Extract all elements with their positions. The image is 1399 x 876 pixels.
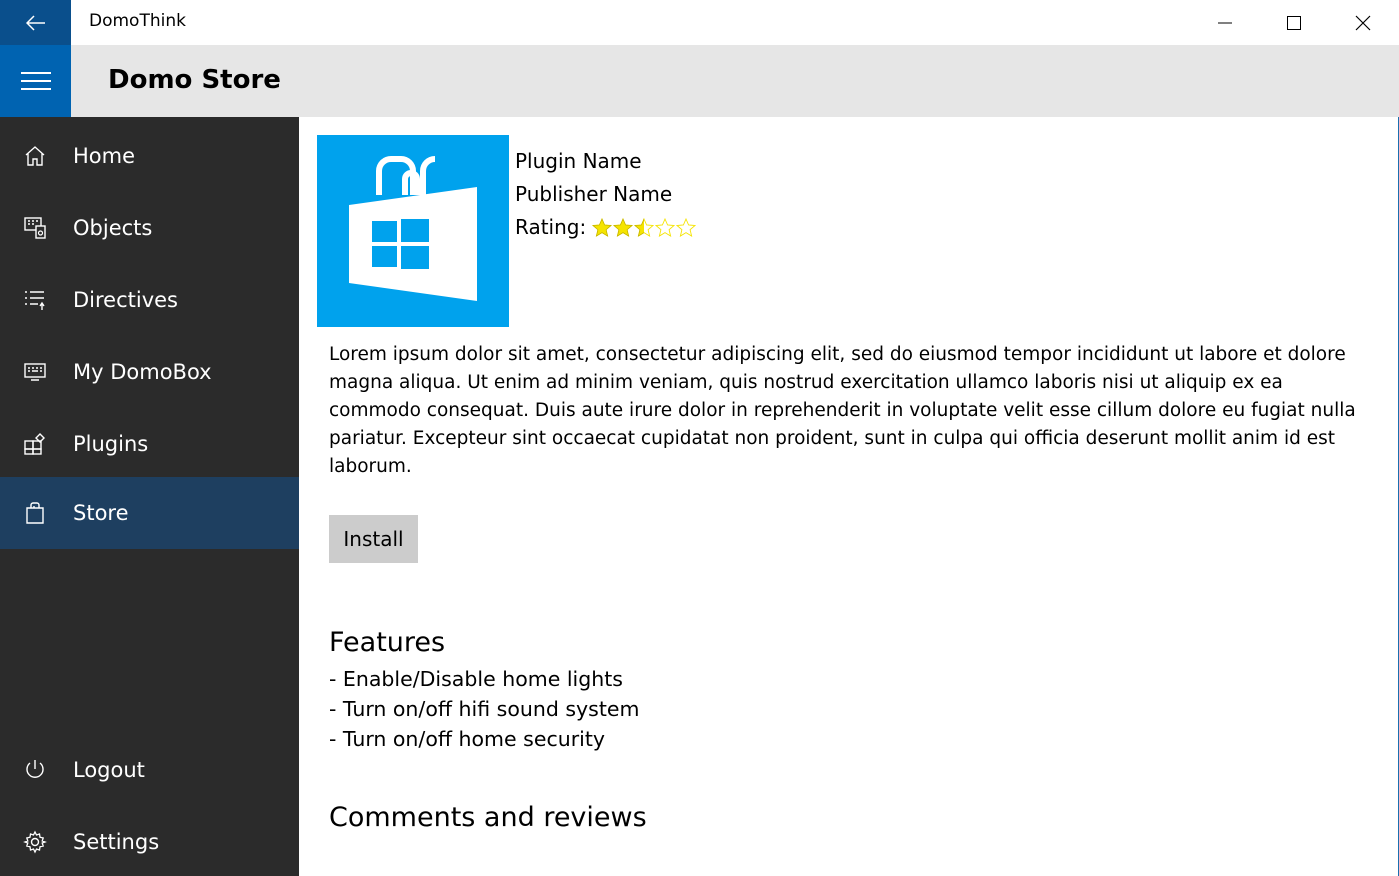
install-button[interactable]: Install (329, 515, 418, 563)
sidebar-item-directives[interactable]: Directives (0, 264, 299, 336)
features-heading: Features (329, 627, 446, 658)
sidebar-item-label: Plugins (73, 432, 149, 456)
home-icon (22, 143, 48, 169)
minimize-icon (1217, 22, 1232, 23)
objects-icon (22, 215, 48, 241)
feature-item: - Turn on/off home security (329, 727, 605, 751)
sidebar-item-label: My DomoBox (73, 360, 212, 384)
maximize-icon (1286, 15, 1301, 30)
close-icon (1355, 15, 1370, 30)
star-filled-icon (613, 217, 634, 237)
sidebar-item-label: Settings (73, 830, 160, 854)
sidebar-item-label: Logout (73, 758, 145, 782)
star-filled-icon (634, 217, 655, 237)
close-button[interactable] (1328, 0, 1397, 45)
page-header: Domo Store (0, 45, 1399, 117)
plugin-logo (317, 135, 509, 327)
power-icon (22, 757, 48, 783)
sidebar-item-home[interactable]: Home (0, 120, 299, 192)
star-empty-icon (655, 217, 676, 237)
app-title: DomoThink (89, 11, 186, 31)
sidebar-item-settings[interactable]: Settings (0, 806, 299, 876)
gear-icon (22, 829, 48, 855)
maximize-button[interactable] (1259, 0, 1328, 45)
rating-label: Rating: (515, 215, 587, 239)
star-filled-icon (592, 217, 613, 237)
directives-icon (22, 287, 48, 313)
rating-row: Rating: (515, 211, 697, 244)
sidebar-item-logout[interactable]: Logout (0, 734, 299, 806)
plugin-meta: Plugin Name Publisher Name Rating: (515, 145, 697, 244)
arrow-left-icon (25, 14, 45, 31)
minimize-button[interactable] (1190, 0, 1259, 45)
store-icon (22, 500, 48, 526)
publisher-name: Publisher Name (515, 182, 673, 206)
plugins-icon (22, 431, 48, 457)
plugin-description: Lorem ipsum dolor sit amet, consectetur … (329, 344, 1356, 477)
domobox-icon (22, 359, 48, 385)
sidebar-item-store[interactable]: Store (0, 477, 299, 549)
sidebar-item-label: Home (73, 144, 136, 168)
store-bag-icon (349, 156, 477, 301)
sidebar: Home Objects Directives My DomoBox Plugi… (0, 117, 299, 876)
rating-stars (592, 217, 697, 238)
comments-heading: Comments and reviews (329, 802, 647, 833)
feature-item: - Turn on/off hifi sound system (329, 697, 640, 721)
page-title: Domo Store (108, 65, 281, 95)
sidebar-item-plugins[interactable]: Plugins (0, 408, 299, 480)
sidebar-item-my-domobox[interactable]: My DomoBox (0, 336, 299, 408)
features-list: - Enable/Disable home lights - Turn on/o… (329, 664, 639, 754)
sidebar-item-label: Objects (73, 216, 153, 240)
plugin-name: Plugin Name (515, 149, 642, 173)
sidebar-item-label: Store (73, 501, 129, 525)
main-content: Plugin Name Publisher Name Rating: Lorem… (299, 117, 1399, 876)
back-button[interactable] (0, 0, 71, 45)
star-empty-icon (676, 217, 697, 237)
sidebar-item-label: Directives (73, 288, 178, 312)
hamburger-icon (20, 72, 51, 90)
title-bar: DomoThink (0, 0, 1399, 45)
feature-item: - Enable/Disable home lights (329, 667, 623, 691)
hamburger-menu-button[interactable] (0, 45, 71, 117)
sidebar-item-objects[interactable]: Objects (0, 192, 299, 264)
